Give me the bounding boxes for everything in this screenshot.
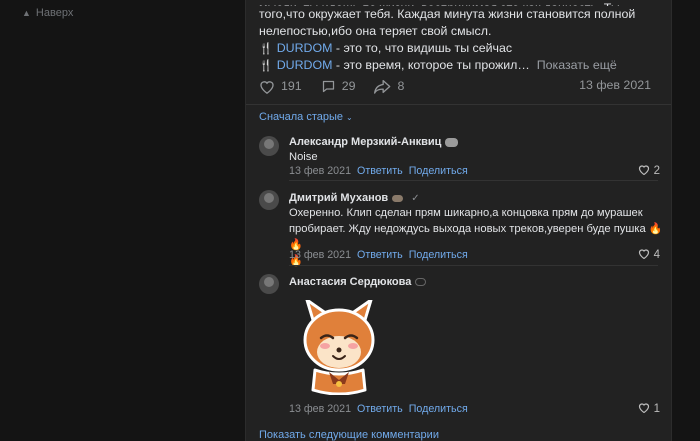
- author-name: Анастасия Сердюкова: [289, 276, 412, 288]
- post-card: мысли, ты идешь по жизни, воспринимая эт…: [245, 0, 672, 441]
- share-button[interactable]: 8: [374, 79, 404, 94]
- share-icon: [374, 79, 391, 94]
- comment-date: 13 фев 2021: [289, 403, 352, 415]
- post-promo-line: 🍴 DURDOM - это то, что видишь ты сейчас: [259, 40, 664, 57]
- comment-item: Дмитрий Муханов ✓ Охеренно. Клип сделан …: [259, 190, 664, 270]
- comment-date: 13 фев 2021: [289, 165, 352, 177]
- reply-link[interactable]: Ответить: [357, 249, 403, 261]
- back-to-top-link[interactable]: ▲ Наверх: [22, 7, 73, 19]
- comment-meta: 13 фев 2021 Ответить Поделиться: [289, 249, 468, 261]
- comment-author[interactable]: Анастасия Сердюкова: [289, 276, 427, 288]
- fork-knife-icon: 🍴: [259, 43, 273, 55]
- sort-dropdown[interactable]: Сначала старые ⌄: [259, 111, 353, 123]
- comment-like-button[interactable]: 2: [638, 164, 660, 178]
- badge-icon: [392, 194, 404, 202]
- fork-knife-icon: 🍴: [259, 60, 273, 72]
- post-text-line: нелепостью,ибо она теряет свой смысл.: [259, 24, 492, 38]
- post-text-line: того,что окружает тебя. Каждая минута жи…: [259, 7, 636, 21]
- promo-text: - это время, которое ты прожил: [332, 58, 518, 72]
- comment-item: Анастасия Сердюкова 13 фев 2021 Ответить…: [259, 274, 664, 419]
- post-actions: 191 29 8 13 фев 2021: [259, 77, 664, 95]
- comment-date: 13 фев 2021: [289, 249, 352, 261]
- comment-meta: 13 фев 2021 Ответить Поделиться: [289, 403, 468, 415]
- comment-like-button[interactable]: 1: [638, 402, 660, 416]
- heart-icon: [638, 248, 650, 262]
- post-promo-line: 🍴 DURDOM - это время, которое ты прожил… …: [259, 58, 617, 72]
- comment-meta: 13 фев 2021 Ответить Поделиться: [289, 165, 468, 177]
- show-more-link[interactable]: Показать ещё: [537, 58, 617, 72]
- durdom-link[interactable]: DURDOM: [277, 41, 333, 55]
- heart-icon: [638, 164, 650, 178]
- comment-button[interactable]: 29: [321, 79, 356, 94]
- badge-icon: [445, 137, 459, 147]
- comment-text-line: Охеренно. Клип сделан прям шикарно,а кон…: [289, 207, 643, 219]
- share-count: 8: [397, 79, 405, 93]
- divider: [289, 265, 658, 266]
- share-link[interactable]: Поделиться: [409, 249, 468, 261]
- post-date: 13 фев 2021: [579, 78, 651, 92]
- comment-author[interactable]: Александр Мерзкий-Анквиц: [289, 136, 459, 148]
- author-name: Дмитрий Муханов: [289, 192, 389, 204]
- like-button[interactable]: 191: [259, 79, 302, 94]
- reply-link[interactable]: Ответить: [357, 403, 403, 415]
- chevron-up-icon: ▲: [22, 7, 31, 18]
- comment-like-count: 2: [653, 165, 660, 177]
- avatar[interactable]: [259, 190, 279, 210]
- comment-count: 29: [341, 79, 356, 93]
- share-link[interactable]: Поделиться: [409, 165, 468, 177]
- like-count: 191: [281, 79, 302, 93]
- chevron-down-icon: ⌄: [346, 112, 353, 122]
- avatar[interactable]: [259, 274, 279, 294]
- share-link[interactable]: Поделиться: [409, 403, 468, 415]
- post-text: мысли, ты идешь по жизни, воспринимая эт…: [259, 0, 664, 74]
- promo-text: - это то, что видишь ты сейчас: [332, 41, 513, 55]
- heart-icon: [259, 79, 275, 94]
- checkmark-icon: ✓: [411, 192, 420, 204]
- avatar[interactable]: [259, 136, 279, 156]
- reply-link[interactable]: Ответить: [357, 165, 403, 177]
- heart-icon: [638, 402, 650, 416]
- comment-like-button[interactable]: 4: [638, 248, 660, 262]
- comment-like-count: 1: [653, 403, 660, 415]
- show-next-comments-link[interactable]: Показать следующие комментарии: [259, 429, 439, 441]
- badge-icon: [415, 278, 427, 286]
- comment-text: Noise: [289, 151, 318, 163]
- comment-author[interactable]: Дмитрий Муханов ✓: [289, 192, 420, 204]
- fox-sticker[interactable]: [299, 298, 379, 396]
- comment-icon: [321, 79, 336, 94]
- comment-like-count: 4: [653, 249, 660, 261]
- author-name: Александр Мерзкий-Анквиц: [289, 136, 442, 148]
- comment-item: Александр Мерзкий-Анквиц Noise 13 фев 20…: [259, 136, 664, 180]
- divider: [246, 104, 671, 105]
- divider: [289, 180, 658, 181]
- comment-text-part: пробирает. Жду недождусь выхода новых тр…: [289, 223, 646, 235]
- back-to-top-label: Наверх: [35, 7, 74, 19]
- durdom-link[interactable]: DURDOM: [277, 58, 333, 72]
- sort-label: Сначала старые: [259, 111, 344, 123]
